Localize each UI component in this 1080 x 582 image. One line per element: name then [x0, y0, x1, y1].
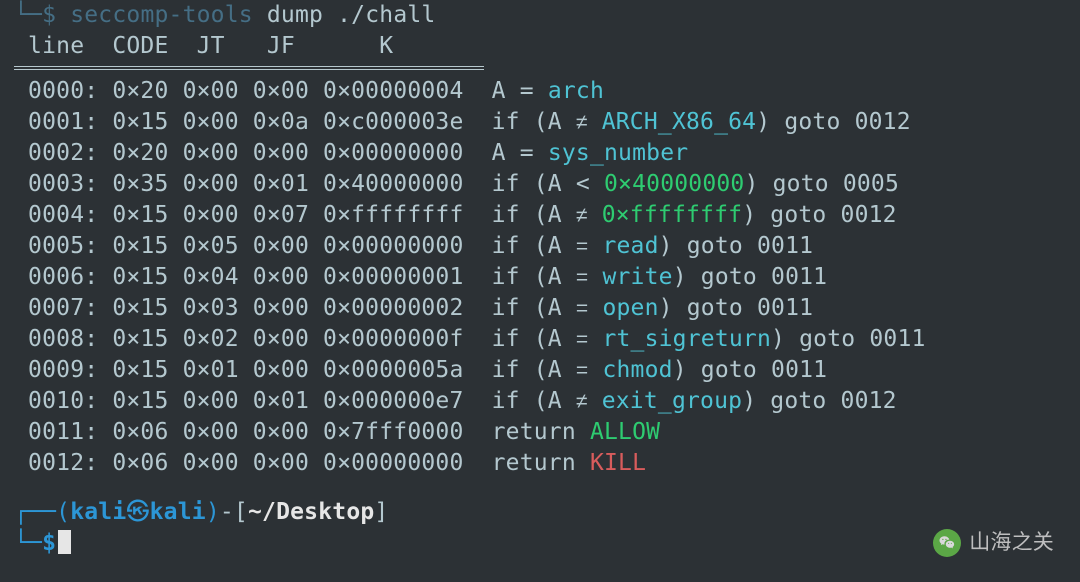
watermark-text: 山海之关	[969, 527, 1054, 558]
shell-prompt: ┌──(kali㉿kali)-[~/Desktop]	[14, 497, 1066, 528]
table-row: 0010: 0×15 0×00 0×01 0×000000e7 if (A ≠ …	[14, 386, 1066, 417]
watermark: 山海之关	[933, 527, 1054, 558]
table-row: 0011: 0×06 0×00 0×00 0×7fff0000 return A…	[14, 417, 1066, 448]
table-row: 0002: 0×20 0×00 0×00 0×00000000 A = sys_…	[14, 138, 1066, 169]
table-row: 0009: 0×15 0×01 0×00 0×0000005a if (A = …	[14, 355, 1066, 386]
terminal[interactable]: └─$ seccomp-tools dump ./chall line CODE…	[0, 0, 1080, 559]
command-line: └─$ seccomp-tools dump ./chall	[14, 0, 1066, 31]
table-row: 0005: 0×15 0×05 0×00 0×00000000 if (A = …	[14, 231, 1066, 262]
wechat-icon	[933, 529, 961, 557]
cursor-icon	[58, 530, 71, 554]
table-row: 0001: 0×15 0×00 0×0a 0×c000003e if (A ≠ …	[14, 107, 1066, 138]
table-row: 0000: 0×20 0×00 0×00 0×00000004 A = arch	[14, 76, 1066, 107]
table-row: 0007: 0×15 0×03 0×00 0×00000002 if (A = …	[14, 293, 1066, 324]
divider	[14, 66, 484, 70]
seccomp-table: 0000: 0×20 0×00 0×00 0×00000004 A = arch…	[14, 76, 1066, 479]
table-row: 0012: 0×06 0×00 0×00 0×00000000 return K…	[14, 448, 1066, 479]
table-header: line CODE JT JF K	[14, 31, 1066, 62]
table-row: 0006: 0×15 0×04 0×00 0×00000001 if (A = …	[14, 262, 1066, 293]
table-row: 0003: 0×35 0×00 0×01 0×40000000 if (A < …	[14, 169, 1066, 200]
table-row: 0008: 0×15 0×02 0×00 0×0000000f if (A = …	[14, 324, 1066, 355]
table-row: 0004: 0×15 0×00 0×07 0×ffffffff if (A ≠ …	[14, 200, 1066, 231]
shell-prompt-input[interactable]: └─$	[14, 528, 1066, 559]
